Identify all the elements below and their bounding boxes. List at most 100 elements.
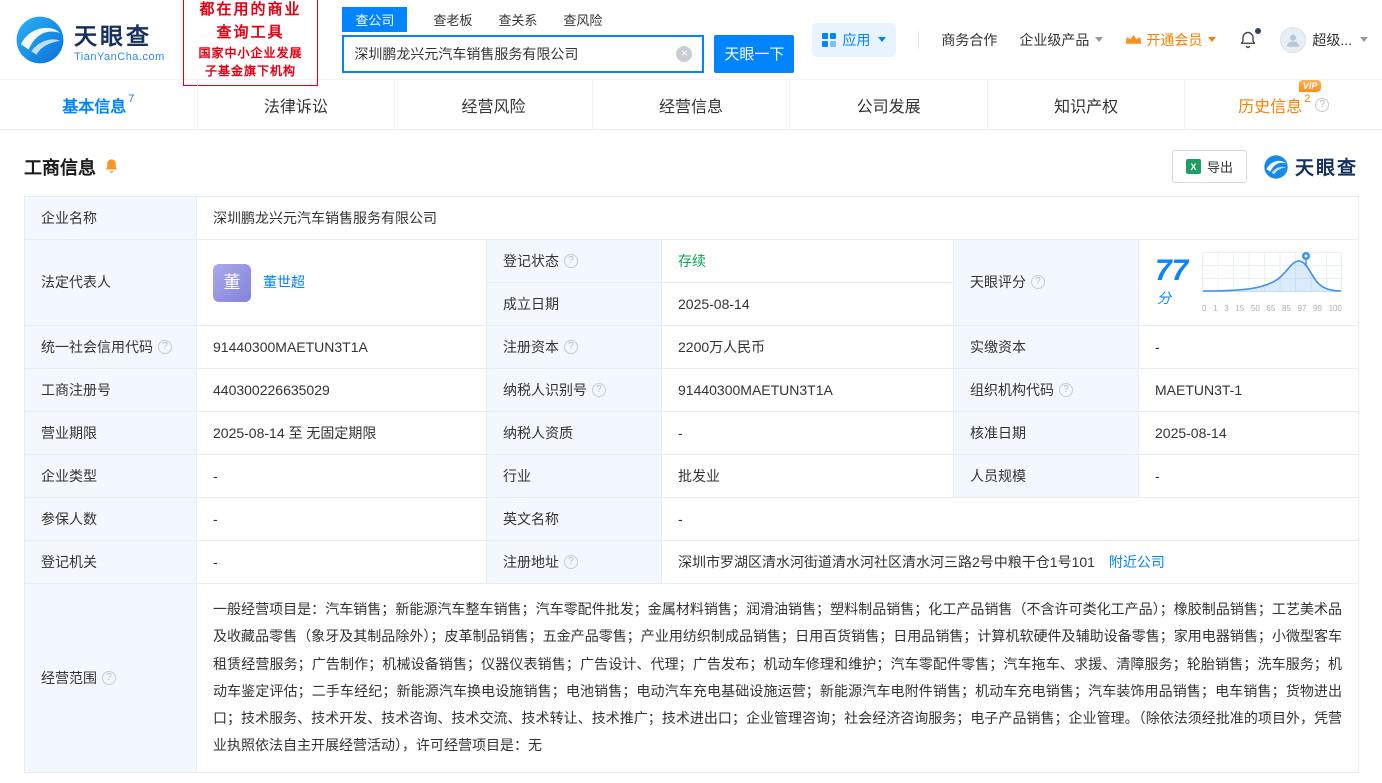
tianyancha-logo-icon [14, 14, 66, 66]
nearby-companies-link[interactable]: 附近公司 [1109, 554, 1165, 570]
open-membership-button[interactable]: 开通会员 [1125, 30, 1216, 50]
reg-capital: 2200万人民币 [662, 326, 954, 369]
help-icon[interactable] [158, 340, 172, 354]
reg-status-cell: 存续 [662, 240, 954, 283]
brand-name: 天眼查 [74, 17, 165, 51]
clear-search-icon[interactable]: × [676, 46, 692, 62]
divider [918, 31, 919, 49]
user-avatar [1280, 27, 1306, 53]
table-row: 经营范围 一般经营项目是：汽车销售；新能源汽车整车销售；汽车零配件批发；金属材料… [25, 584, 1359, 773]
chevron-down-icon [1095, 37, 1103, 42]
company-type: - [197, 455, 487, 498]
reg-address-label: 注册地址 [487, 541, 662, 584]
tab-count: 7 [128, 93, 134, 105]
legal-rep-avatar[interactable]: 董 [213, 264, 251, 302]
menu-cooperation[interactable]: 商务合作 [941, 30, 997, 50]
apps-label: 应用 [842, 30, 870, 50]
announcement-bell-icon[interactable] [103, 158, 120, 175]
slogan-line1: 都在用的商业查询工具 [194, 0, 308, 44]
excel-icon [1186, 159, 1201, 174]
english-name-label: 英文名称 [487, 498, 662, 541]
table-row: 营业期限 2025-08-14 至 无固定期限 纳税人资质 - 核准日期 202… [25, 412, 1359, 455]
tab-count: 2 [1304, 93, 1310, 105]
score-cell[interactable]: 77分 [1139, 240, 1359, 326]
notification-bell-icon[interactable] [1238, 30, 1258, 50]
table-row: 参保人数 - 英文名称 - [25, 498, 1359, 541]
org-code: MAETUN3T-1 [1139, 369, 1359, 412]
export-button[interactable]: 导出 [1172, 150, 1247, 183]
table-row: 企业名称 深圳鹏龙兴元汽车销售服务有限公司 [25, 197, 1359, 240]
established-date: 2025-08-14 [662, 283, 954, 326]
tab-company-development[interactable]: 公司发展 [790, 80, 988, 129]
search-input[interactable] [354, 46, 676, 62]
business-term-label: 营业期限 [25, 412, 197, 455]
business-scope: 一般经营项目是：汽车销售；新能源汽车整车销售；汽车零配件批发；金属材料销售；润滑… [213, 590, 1342, 766]
vip-badge: VIP [1299, 80, 1322, 93]
crown-icon [1125, 33, 1142, 46]
help-icon[interactable] [592, 383, 606, 397]
export-label: 导出 [1207, 157, 1233, 176]
tab-basic-info[interactable]: 基本信息 7 [0, 80, 198, 129]
brand-domain: TianYanCha.com [74, 51, 165, 63]
header-menu: 应用 商务合作 企业级产品 开通会员 [812, 23, 1368, 57]
search-tab-boss[interactable]: 查老板 [433, 8, 472, 31]
business-scope-label: 经营范围 [25, 584, 197, 773]
tianyancha-logo[interactable]: 天眼查 TianYanCha.com [14, 14, 165, 66]
help-icon[interactable] [1315, 98, 1329, 112]
legal-rep-link[interactable]: 董世超 [263, 271, 305, 293]
established-label: 成立日期 [487, 283, 662, 326]
taxpayer-id-label: 纳税人识别号 [487, 369, 662, 412]
paid-capital-label: 实缴资本 [954, 326, 1139, 369]
score-label: 天眼评分 [954, 240, 1139, 326]
paid-capital: - [1139, 326, 1359, 369]
tianyancha-watermark-logo: 天眼查 [1263, 153, 1358, 180]
tab-history-info[interactable]: VIP 历史信息 2 [1185, 80, 1382, 129]
taxpayer-quality-label: 纳税人资质 [487, 412, 662, 455]
search-tab-company[interactable]: 查公司 [342, 7, 407, 32]
english-name: - [662, 498, 1359, 541]
business-info-table: 企业名称 深圳鹏龙兴元汽车销售服务有限公司 法定代表人 董 董世超 登记状态 存… [24, 196, 1359, 773]
tianyancha-logo-icon [1263, 154, 1289, 180]
help-icon[interactable] [564, 254, 578, 268]
help-icon[interactable] [1059, 383, 1073, 397]
apps-button[interactable]: 应用 [812, 23, 896, 57]
staff-size-label: 人员规模 [954, 455, 1139, 498]
industry-label: 行业 [487, 455, 662, 498]
org-code-label: 组织机构代码 [954, 369, 1139, 412]
help-icon[interactable] [564, 340, 578, 354]
tab-intellectual-property[interactable]: 知识产权 [988, 80, 1186, 129]
taxpayer-quality: - [662, 412, 954, 455]
tab-business-info[interactable]: 经营信息 [593, 80, 791, 129]
menu-enterprise-products[interactable]: 企业级产品 [1019, 30, 1103, 50]
score-chart-ticks: 01 315 5065 8597 99100 [1202, 303, 1342, 316]
reg-capital-label: 注册资本 [487, 326, 662, 369]
help-icon[interactable] [1031, 275, 1045, 289]
approval-date-label: 核准日期 [954, 412, 1139, 455]
user-menu[interactable]: 超级... [1280, 27, 1368, 53]
company-name: 深圳鹏龙兴元汽车销售服务有限公司 [197, 197, 1359, 240]
insured-count-label: 参保人数 [25, 498, 197, 541]
insured-count: - [197, 498, 487, 541]
business-scope-cell: 一般经营项目是：汽车销售；新能源汽车整车销售；汽车零配件批发；金属材料销售；润滑… [197, 584, 1359, 773]
tab-operational-risk[interactable]: 经营风险 [395, 80, 593, 129]
tab-label: 经营信息 [659, 93, 723, 117]
chevron-down-icon [1208, 37, 1216, 42]
help-icon[interactable] [102, 671, 116, 685]
tianyancha-score-chart: 01 315 5065 8597 99100 [1202, 249, 1342, 315]
reg-authority-label: 登记机关 [25, 541, 197, 584]
search-tabs: 查公司 查老板 查关系 查风险 [342, 7, 794, 33]
notification-dot [1255, 28, 1261, 34]
reg-authority: - [197, 541, 487, 584]
taxpayer-id: 91440300MAETUN3T1A [662, 369, 954, 412]
chevron-down-icon [1360, 37, 1368, 42]
table-row: 登记机关 - 注册地址 深圳市罗湖区清水河街道清水河社区清水河三路2号中粮干仓1… [25, 541, 1359, 584]
legal-rep-cell: 董 董世超 [197, 240, 487, 326]
search-tab-relation[interactable]: 查关系 [498, 8, 537, 31]
reg-address: 深圳市罗湖区清水河街道清水河社区清水河三路2号中粮干仓1号101 [678, 554, 1095, 570]
section-header: 工商信息 导出 天眼查 [24, 150, 1358, 183]
search-tab-risk[interactable]: 查风险 [563, 8, 602, 31]
enterprise-label: 企业级产品 [1019, 30, 1089, 50]
help-icon[interactable] [564, 555, 578, 569]
tab-legal-proceedings[interactable]: 法律诉讼 [198, 80, 396, 129]
search-button[interactable]: 天眼一下 [714, 35, 794, 73]
